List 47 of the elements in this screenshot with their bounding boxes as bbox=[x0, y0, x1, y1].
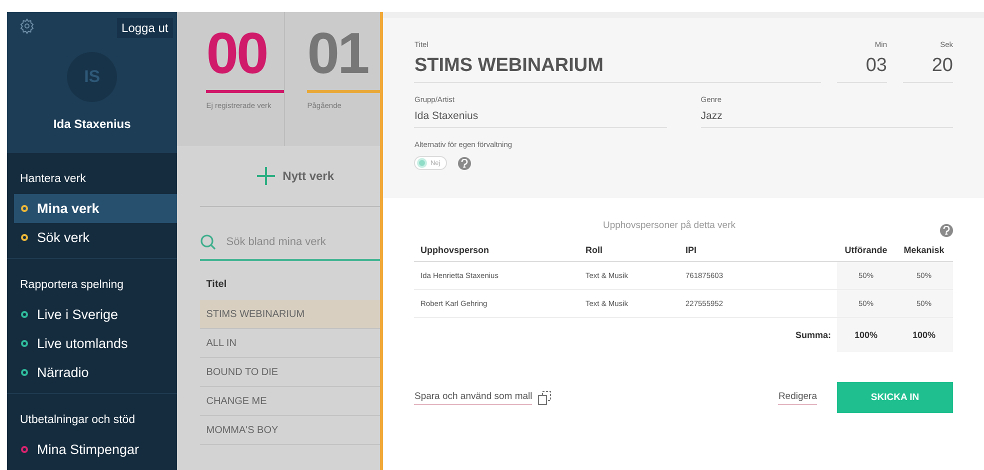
stat-value: 01 bbox=[307, 22, 370, 86]
nav-item[interactable]: Mina Stimpengar bbox=[14, 435, 178, 464]
nav-item-label: Live utomlands bbox=[37, 336, 128, 351]
edit-link[interactable]: Redigera bbox=[778, 390, 817, 404]
search-field[interactable]: Sök bland mina verk bbox=[224, 235, 374, 249]
nav-section-title: Utbetalningar och stöd bbox=[20, 414, 136, 426]
nav-item[interactable]: Närradio bbox=[14, 358, 178, 387]
nav-item-label: Närradio bbox=[37, 365, 89, 380]
user-name: Ida Staxenius bbox=[53, 117, 131, 131]
nav-section-title: Hantera verk bbox=[20, 173, 87, 185]
nav-section-title: Rapportera spelning bbox=[20, 279, 125, 291]
work-row[interactable]: MOMMA'S BOY bbox=[200, 416, 380, 445]
nav-item-label: Live i Sverige bbox=[37, 307, 118, 322]
nav-item[interactable]: Mina verk bbox=[14, 194, 178, 223]
work-row[interactable]: ALL IN bbox=[200, 329, 380, 358]
nav-item-label: Sök verk bbox=[37, 230, 90, 245]
help-icon[interactable] bbox=[940, 224, 953, 237]
nav-item[interactable]: Live i Sverige bbox=[14, 300, 178, 329]
plus-icon bbox=[256, 167, 275, 185]
work-row[interactable]: BOUND TO DIE bbox=[200, 358, 380, 387]
nav-item-label: Mina Stimpengar bbox=[37, 442, 140, 457]
column-header: Roll bbox=[579, 239, 680, 262]
section-heading: Upphovspersoner på detta verk bbox=[602, 220, 737, 231]
nav-item[interactable]: Sök verk bbox=[14, 223, 178, 252]
sum-cell: 100% bbox=[895, 318, 953, 352]
genre-field[interactable]: Jazz bbox=[700, 104, 954, 128]
settings-icon[interactable] bbox=[19, 18, 35, 34]
title-field[interactable]: STIMS WEBINARIUM bbox=[414, 49, 821, 83]
column-header: Upphovsperson bbox=[414, 239, 580, 262]
nav-item[interactable]: Live utomlands bbox=[14, 329, 178, 358]
nav-item-label: Mina verk bbox=[37, 201, 100, 216]
save-template-link[interactable]: Spara och använd som mall bbox=[414, 390, 532, 404]
column-header: Titel bbox=[205, 278, 228, 292]
work-row[interactable]: STIMS WEBINARIUM bbox=[200, 300, 380, 329]
help-icon[interactable] bbox=[458, 156, 472, 170]
column-header: IPI bbox=[679, 239, 790, 262]
work-row[interactable]: CHANGE ME bbox=[200, 387, 380, 416]
new-work-button[interactable]: Nytt verk bbox=[250, 166, 340, 186]
minutes-field[interactable]: 03 bbox=[837, 49, 887, 83]
stat-value: 00 bbox=[206, 22, 268, 86]
artist-field[interactable]: Ida Staxenius bbox=[414, 104, 667, 128]
search-icon bbox=[200, 234, 216, 250]
seconds-field[interactable]: 20 bbox=[903, 49, 953, 83]
copy-icon[interactable] bbox=[538, 390, 552, 404]
sum-cell: 100% bbox=[837, 318, 895, 352]
sum-label: Summa: bbox=[794, 329, 832, 342]
logout-button[interactable]: Logga ut bbox=[116, 18, 174, 38]
